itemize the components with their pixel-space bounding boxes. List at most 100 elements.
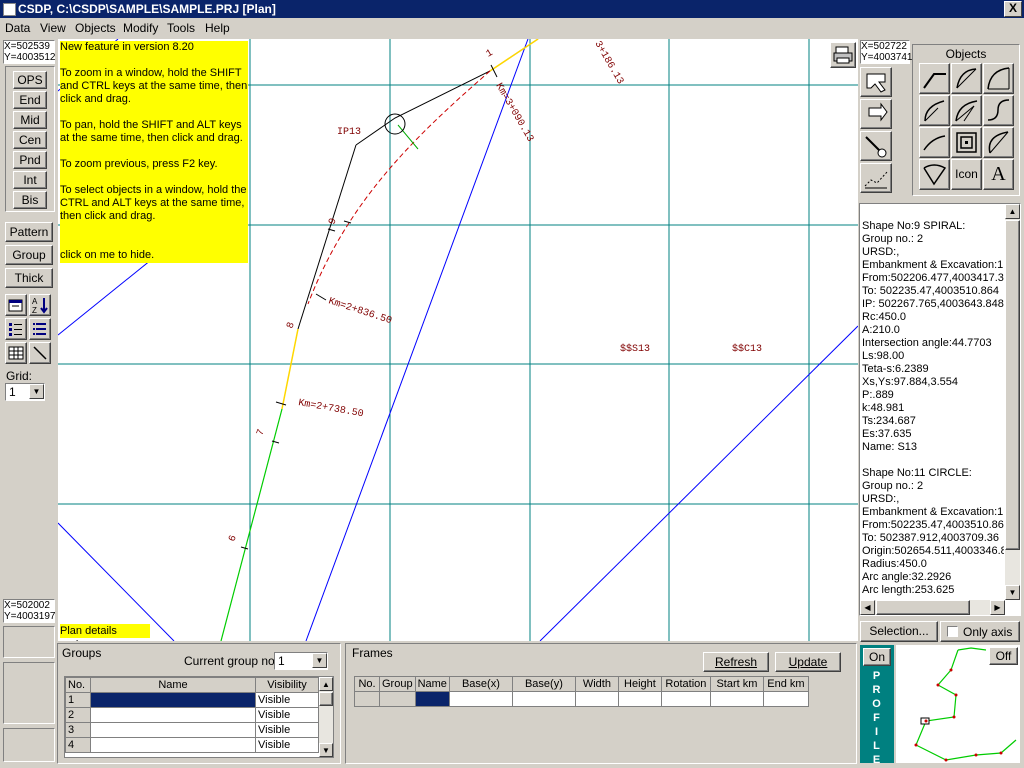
scroll-left-icon[interactable]: ◀ xyxy=(860,600,875,615)
group-button[interactable]: Group xyxy=(5,245,53,265)
refresh-button[interactable]: Refresh xyxy=(703,652,769,672)
group-row-visibility[interactable]: Visible xyxy=(255,722,319,738)
snap-ops-button[interactable]: OPS xyxy=(13,71,47,89)
overview-map[interactable]: Off xyxy=(896,645,1020,763)
h-scroll-thumb[interactable] xyxy=(876,600,970,615)
close-button[interactable]: X xyxy=(1004,1,1022,17)
circle-tool-button[interactable] xyxy=(983,127,1014,158)
snap-mid-button[interactable]: Mid xyxy=(13,111,47,129)
free-curve-button[interactable] xyxy=(919,127,950,158)
snap-cen-button[interactable]: Cen xyxy=(13,131,47,149)
groups-col-visibility[interactable]: Visibility xyxy=(255,677,319,693)
menu-tools[interactable]: Tools xyxy=(167,21,195,35)
scroll-thumb[interactable] xyxy=(319,692,333,706)
frames-col-height[interactable]: Height xyxy=(617,676,662,692)
menu-view[interactable]: View xyxy=(40,21,66,35)
table-row[interactable] xyxy=(354,691,809,707)
menu-data[interactable]: Data xyxy=(5,21,30,35)
frame-cell[interactable] xyxy=(379,691,416,707)
grid-select[interactable]: 1 ▼ xyxy=(5,383,45,401)
profile-off-button[interactable]: Off xyxy=(989,647,1018,665)
menu-help[interactable]: Help xyxy=(205,21,230,35)
menu-modify[interactable]: Modify xyxy=(123,21,158,35)
only-axis-toggle[interactable]: Only axis xyxy=(940,621,1020,642)
frame-cell[interactable] xyxy=(414,691,450,707)
groups-col-no[interactable]: No. xyxy=(65,677,91,693)
groups-col-name[interactable]: Name xyxy=(90,677,256,693)
compound-curve-button[interactable] xyxy=(951,95,982,126)
chevron-down-icon[interactable]: ▼ xyxy=(29,384,44,399)
plan-canvas[interactable]: IP13 Km=3+090.13 3+186.13 Km=2+836.50 Km… xyxy=(58,39,858,641)
frames-col-basex[interactable]: Base(x) xyxy=(448,676,513,692)
table-row[interactable]: 3 Visible xyxy=(65,722,319,738)
curve-tool-button[interactable] xyxy=(983,63,1014,94)
details-view-icon[interactable] xyxy=(29,318,51,340)
snap-bis-button[interactable]: Bis xyxy=(13,191,47,209)
reverse-curve-button[interactable] xyxy=(983,95,1014,126)
frame-cell[interactable] xyxy=(709,691,764,707)
frames-col-no[interactable]: No. xyxy=(354,676,380,692)
scroll-down-icon[interactable]: ▼ xyxy=(319,743,333,757)
frame-cell[interactable] xyxy=(660,691,711,707)
properties-icon[interactable] xyxy=(5,294,27,316)
scroll-thumb[interactable] xyxy=(1005,220,1020,550)
group-row-visibility[interactable]: Visible xyxy=(255,692,319,708)
table-row[interactable]: 4 Visible xyxy=(65,737,319,753)
table-row[interactable]: 1 Visible xyxy=(65,692,319,708)
info-horizontal-scrollbar[interactable]: ◀ ▶ xyxy=(860,600,1005,615)
frame-cell[interactable] xyxy=(511,691,576,707)
arc-tool-button[interactable] xyxy=(951,63,982,94)
selection-button[interactable]: Selection... xyxy=(860,621,938,642)
frames-col-endkm[interactable]: End km xyxy=(762,676,809,692)
table-row[interactable]: 2 Visible xyxy=(65,707,319,723)
frames-col-startkm[interactable]: Start km xyxy=(709,676,764,692)
frame-cell[interactable] xyxy=(617,691,662,707)
update-button[interactable]: Update xyxy=(775,652,841,672)
pick-button[interactable] xyxy=(860,131,892,161)
snap-int-button[interactable]: Int xyxy=(13,171,47,189)
frame-cell[interactable] xyxy=(448,691,513,707)
scroll-up-icon[interactable]: ▲ xyxy=(1005,204,1020,219)
frames-col-width[interactable]: Width xyxy=(574,676,619,692)
group-row-visibility[interactable]: Visible xyxy=(255,707,319,723)
frame-cell[interactable] xyxy=(574,691,619,707)
snap-end-button[interactable]: End xyxy=(13,91,47,109)
group-row-name[interactable] xyxy=(90,737,256,753)
profile-view-button[interactable] xyxy=(860,163,892,193)
line-tool-button[interactable] xyxy=(919,63,950,94)
chevron-down-icon[interactable]: ▼ xyxy=(312,653,327,668)
zoom-extents-button[interactable] xyxy=(860,67,892,97)
pan-button[interactable] xyxy=(860,99,892,129)
frames-col-rotation[interactable]: Rotation xyxy=(660,676,711,692)
frame-cell[interactable] xyxy=(762,691,809,707)
snap-pnd-button[interactable]: Pnd xyxy=(13,151,47,169)
print-button[interactable] xyxy=(830,42,856,68)
list-view-icon[interactable] xyxy=(5,318,27,340)
profile-on-button[interactable]: On xyxy=(863,648,891,666)
text-tool-button[interactable]: A xyxy=(983,159,1014,190)
table-icon[interactable] xyxy=(5,342,27,364)
group-row-name[interactable] xyxy=(90,707,256,723)
groups-scrollbar[interactable]: ▲ ▼ xyxy=(319,677,333,757)
thick-button[interactable]: Thick xyxy=(5,268,53,288)
scroll-up-icon[interactable]: ▲ xyxy=(319,677,333,691)
group-row-name[interactable] xyxy=(90,692,256,708)
icon-tool-button[interactable]: Icon xyxy=(951,159,982,190)
current-group-select[interactable]: 1 ▼ xyxy=(274,652,328,670)
frames-col-basey[interactable]: Base(y) xyxy=(511,676,576,692)
group-row-visibility[interactable]: Visible xyxy=(255,737,319,753)
help-note[interactable]: New feature in version 8.20 To zoom in a… xyxy=(60,41,248,263)
pattern-button[interactable]: Pattern xyxy=(5,222,53,242)
symbol-tool-button[interactable] xyxy=(951,127,982,158)
shape-info-panel[interactable]: Shape No:9 SPIRAL: Group no.: 2 URSD:, Emba… xyxy=(859,203,1021,616)
scroll-right-icon[interactable]: ▶ xyxy=(990,600,1005,615)
frames-col-name[interactable]: Name xyxy=(414,676,450,692)
group-row-name[interactable] xyxy=(90,722,256,738)
triangle-tool-button[interactable] xyxy=(919,159,950,190)
only-axis-checkbox[interactable] xyxy=(947,626,958,637)
scroll-down-icon[interactable]: ▼ xyxy=(1005,585,1020,600)
line-icon[interactable] xyxy=(29,342,51,364)
frames-col-group[interactable]: Group xyxy=(379,676,416,692)
sort-az-icon[interactable]: AZ xyxy=(29,294,51,316)
spiral-tool-button[interactable] xyxy=(919,95,950,126)
